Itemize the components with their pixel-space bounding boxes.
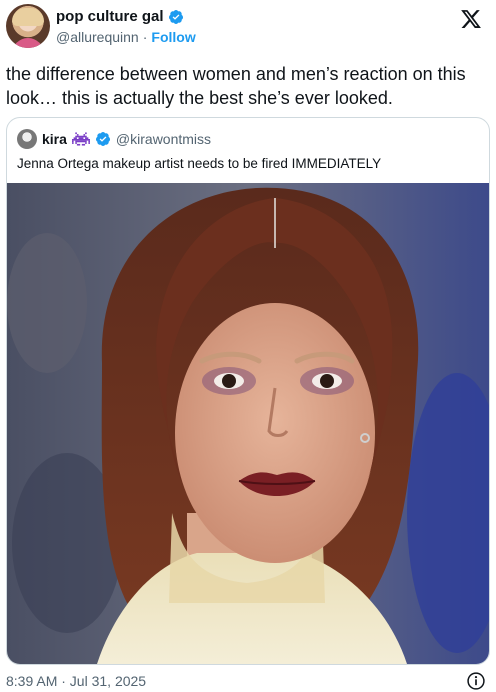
x-logo-icon[interactable] — [460, 8, 482, 30]
author-avatar[interactable] — [6, 4, 50, 48]
handle-separator: · — [142, 29, 148, 45]
author-name-row: pop culture gal — [56, 8, 184, 25]
quote-header: kira @kirawontmiss — [17, 129, 211, 149]
author-display-name[interactable]: pop culture gal — [56, 8, 164, 25]
author-handle[interactable]: @allurequinn — [56, 29, 139, 45]
info-icon[interactable] — [466, 671, 486, 691]
author-handle-row: @allurequinn · Follow — [56, 29, 196, 45]
tweet-footer: 8:39 AM · Jul 31, 2025 — [6, 671, 490, 691]
follow-button[interactable]: Follow — [151, 29, 195, 45]
verified-badge-icon — [168, 9, 183, 24]
quote-text: Jenna Ortega makeup artist needs to be f… — [17, 156, 382, 171]
quote-author-name: kira — [42, 131, 67, 147]
quote-verified-badge-icon — [95, 132, 110, 146]
quoted-tweet[interactable]: kira @kirawontmiss Jenna Ortega makeup a… — [6, 117, 490, 665]
tweet-header: pop culture gal @allurequinn · Follow — [6, 4, 490, 50]
quote-author-handle: @kirawontmiss — [115, 131, 212, 147]
quote-photo[interactable] — [7, 183, 489, 664]
alien-monster-emoji-icon — [71, 132, 90, 146]
quote-author-avatar — [17, 129, 37, 149]
tweet-text: the difference between women and men’s r… — [6, 64, 466, 108]
tweet-timestamp[interactable]: 8:39 AM · Jul 31, 2025 — [6, 673, 146, 689]
